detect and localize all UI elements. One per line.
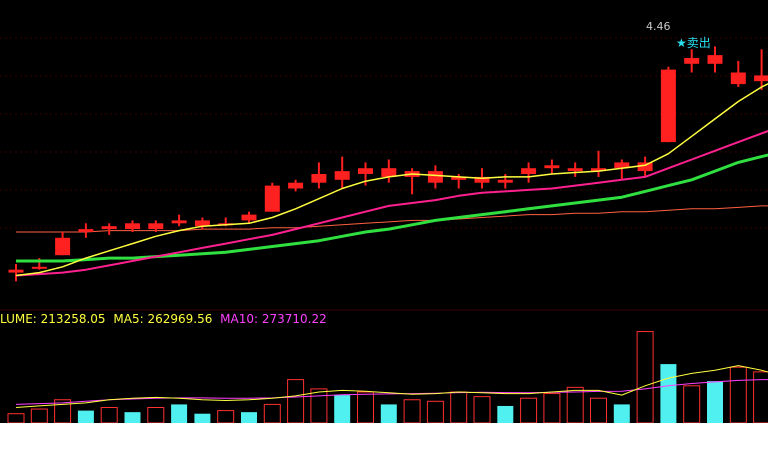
candle-body	[637, 162, 653, 172]
candle-body	[101, 226, 117, 230]
volume-bar	[450, 391, 468, 424]
candle-body	[171, 220, 187, 224]
volume-bar	[124, 412, 141, 423]
volume-bar	[171, 404, 188, 423]
candle-body	[358, 168, 373, 174]
candle-body	[125, 223, 140, 230]
volume-bar	[147, 407, 165, 424]
volume-bar	[310, 388, 328, 424]
candle-body	[148, 223, 164, 230]
volume-ma-lines	[15, 365, 768, 408]
legend-volume: LUME: 213258.05	[0, 312, 106, 326]
volume-bar	[566, 386, 584, 424]
volume-bar	[77, 410, 94, 423]
volume-bar	[380, 404, 397, 423]
candle-body	[730, 72, 746, 85]
volume-bar	[334, 395, 351, 423]
candle-body	[497, 179, 513, 183]
volume-bar	[7, 413, 25, 424]
volume-bar	[217, 410, 235, 424]
volume-bar	[403, 399, 421, 424]
legend-ma5: MA5: 262969.56	[113, 312, 213, 326]
volume-bar	[287, 379, 305, 424]
volume-bar	[613, 404, 630, 423]
volume-bar	[729, 366, 747, 424]
ma20-line	[16, 153, 768, 263]
volume-bar	[683, 385, 701, 424]
volume-bar	[590, 397, 607, 424]
legend-ma10: MA10: 273710.22	[220, 312, 327, 326]
candle-body	[754, 75, 768, 82]
volume-legend: LUME: 213258.05 MA5: 262969.56 MA10: 273…	[0, 312, 331, 326]
candle-body	[334, 171, 350, 180]
candle-body	[567, 168, 583, 172]
candle-body	[707, 55, 723, 64]
candle-body	[78, 229, 94, 232]
stock-chart	[0, 37, 768, 424]
volume-bar	[426, 400, 444, 424]
sell-signal-label: ★卖出	[676, 36, 711, 50]
volume-bar	[100, 407, 118, 424]
candle-body	[311, 174, 327, 183]
candle-body	[8, 269, 24, 273]
volume-bar	[263, 403, 281, 424]
volume-bar	[473, 396, 491, 424]
volume-ma5-line	[15, 365, 768, 408]
volume-bar	[636, 331, 654, 424]
candle-body	[521, 168, 537, 174]
candle-body	[31, 266, 47, 269]
volume-bars	[7, 331, 768, 424]
volume-bar	[497, 405, 514, 423]
volume-ma10-line	[15, 379, 768, 405]
volume-bar	[357, 391, 374, 424]
volume-bar	[194, 413, 211, 423]
high-price-label: 4.46	[646, 20, 671, 33]
candle-body	[264, 185, 280, 212]
candle-body	[544, 165, 560, 169]
volume-bar	[660, 364, 677, 423]
ma10-line	[15, 129, 768, 277]
volume-bar	[543, 393, 561, 424]
candle-body	[288, 182, 304, 189]
bottom-blank-area	[0, 423, 768, 467]
volume-bar	[30, 408, 48, 424]
price-grid	[0, 37, 768, 229]
volume-bar	[241, 412, 257, 423]
candle-body	[427, 171, 443, 183]
volume-bar	[707, 381, 723, 423]
candle-body	[684, 58, 700, 64]
candle-body	[241, 214, 257, 221]
volume-bar	[520, 397, 538, 424]
candlestick-series	[8, 46, 768, 282]
candle-body	[55, 237, 71, 256]
candle-body	[660, 69, 676, 143]
